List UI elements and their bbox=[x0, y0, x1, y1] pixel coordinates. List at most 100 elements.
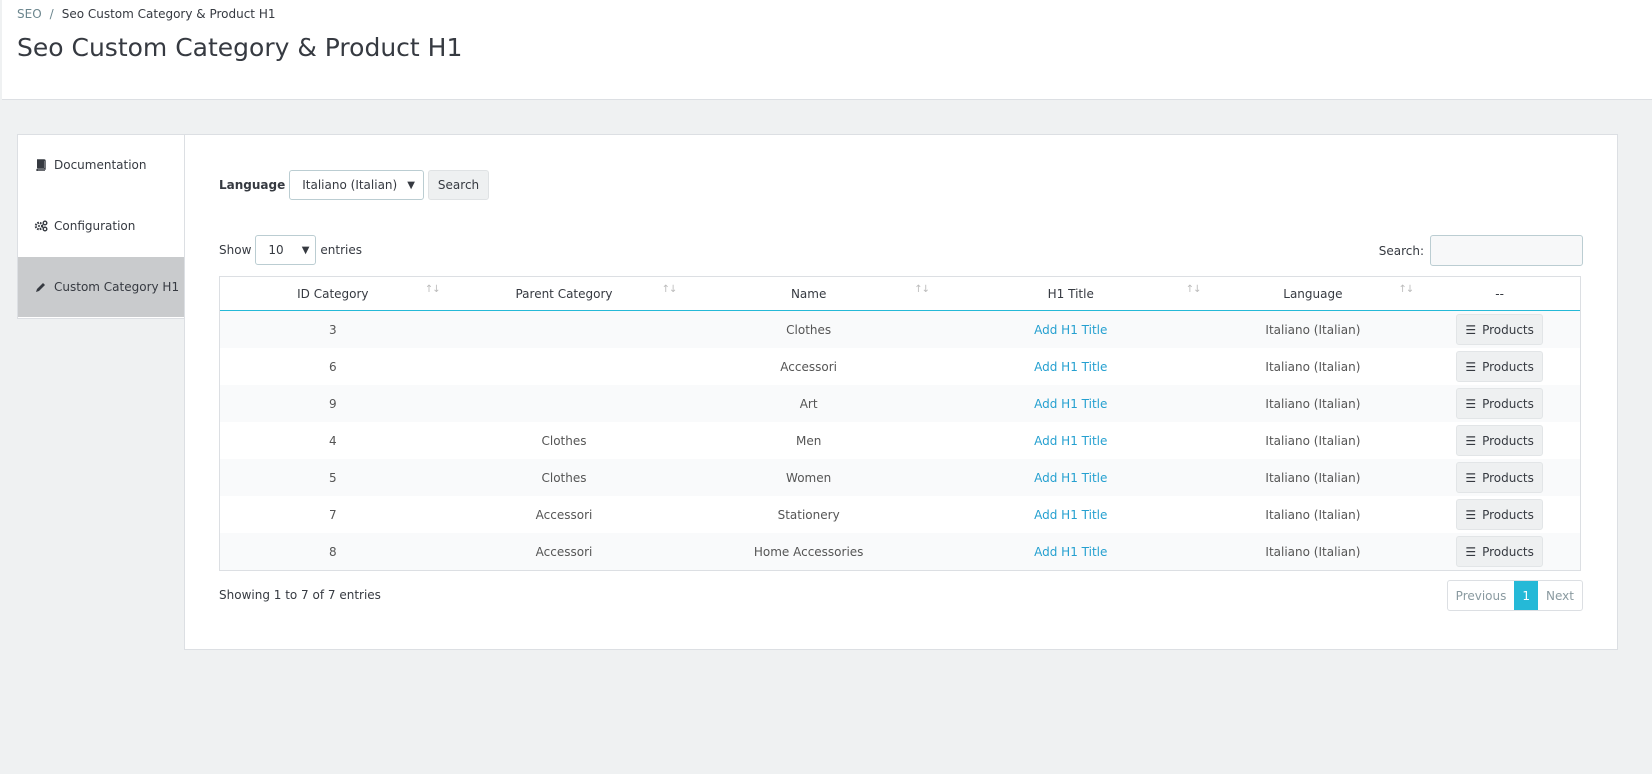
products-button-label: Products bbox=[1482, 433, 1534, 448]
entries-select-value: 10 bbox=[268, 243, 284, 257]
column-header-language[interactable]: Language ↑↓ bbox=[1207, 284, 1420, 301]
entries-suffix: entries bbox=[320, 243, 362, 257]
cell-id: 9 bbox=[329, 396, 337, 411]
sidebar-item-label: Documentation bbox=[54, 158, 147, 172]
cell-name: Clothes bbox=[786, 322, 832, 337]
table-row: 6 Accessori Add H1 Title Italiano (Itali… bbox=[220, 348, 1580, 385]
table-header: ID Category ↑↓ Parent Category ↑↓ Name ↑↓ H… bbox=[220, 277, 1580, 311]
list-icon: ☰ bbox=[1465, 359, 1477, 374]
products-button[interactable]: ☰ Products bbox=[1456, 536, 1543, 567]
sidebar-item-configuration[interactable]: Configuration bbox=[18, 196, 185, 257]
cell-parent: Clothes bbox=[541, 433, 587, 448]
products-button-label: Products bbox=[1482, 396, 1534, 411]
table-search-input[interactable] bbox=[1430, 235, 1583, 266]
sidebar-item-label: Configuration bbox=[54, 219, 136, 233]
breadcrumb: SEO / Seo Custom Category & Product H1 bbox=[17, 7, 275, 21]
cell-language: Italiano (Italian) bbox=[1265, 507, 1361, 522]
table-row: 3 Clothes Add H1 Title Italiano (Italian… bbox=[220, 311, 1580, 348]
add-h1-title-link[interactable]: Add H1 Title bbox=[1034, 471, 1107, 485]
column-header-id-category[interactable]: ID Category ↑↓ bbox=[220, 283, 446, 301]
page-header: SEO / Seo Custom Category & Product H1 Seo… bbox=[2, 0, 1652, 100]
products-button[interactable]: ☰ Products bbox=[1456, 499, 1543, 530]
pagination-previous[interactable]: Previous bbox=[1448, 581, 1515, 610]
column-header-label: Name bbox=[790, 286, 827, 301]
add-h1-title-link[interactable]: Add H1 Title bbox=[1034, 323, 1107, 337]
pagination: Previous 1 Next bbox=[1446, 580, 1583, 611]
pagination-next[interactable]: Next bbox=[1538, 581, 1582, 610]
cell-language: Italiano (Italian) bbox=[1265, 544, 1361, 559]
chevron-down-icon: ▼ bbox=[301, 244, 310, 256]
entries-select[interactable]: 10 ▼ bbox=[255, 235, 317, 265]
column-header-h1-title[interactable]: H1 Title ↑↓ bbox=[935, 283, 1207, 301]
list-icon: ☰ bbox=[1465, 470, 1477, 485]
products-button[interactable]: ☰ Products bbox=[1456, 462, 1543, 493]
table-row: 8 Accessori Home Accessories Add H1 Titl… bbox=[220, 533, 1580, 570]
list-icon: ☰ bbox=[1465, 433, 1477, 448]
table-row: 7 Accessori Stationery Add H1 Title Ital… bbox=[220, 496, 1580, 533]
sort-icon: ↑↓ bbox=[661, 283, 678, 295]
sort-icon: ↑↓ bbox=[914, 283, 930, 295]
search-button[interactable]: Search bbox=[427, 170, 490, 200]
page-title: Seo Custom Category & Product H1 bbox=[17, 33, 463, 62]
sort-icon: ↑↓ bbox=[424, 283, 441, 295]
products-button-label: Products bbox=[1482, 544, 1534, 559]
pencil-icon bbox=[34, 280, 48, 294]
add-h1-title-link[interactable]: Add H1 Title bbox=[1034, 545, 1107, 559]
content-panel: Language Italiano (Italian) ▼ Search Sho… bbox=[184, 134, 1618, 650]
pagination-page-1[interactable]: 1 bbox=[1514, 581, 1539, 610]
cell-language: Italiano (Italian) bbox=[1265, 433, 1361, 448]
products-button[interactable]: ☰ Products bbox=[1456, 425, 1543, 456]
cell-id: 3 bbox=[329, 322, 337, 337]
column-header-label: ID Category bbox=[297, 286, 369, 301]
entries-length: Show 10 ▼ entries bbox=[219, 235, 362, 265]
cell-parent: Clothes bbox=[541, 470, 587, 485]
category-table: ID Category ↑↓ Parent Category ↑↓ Name ↑↓ H… bbox=[219, 276, 1581, 571]
add-h1-title-link[interactable]: Add H1 Title bbox=[1034, 434, 1107, 448]
breadcrumb-separator: / bbox=[49, 7, 54, 21]
cell-language: Italiano (Italian) bbox=[1265, 470, 1361, 485]
column-header-label: Language bbox=[1283, 286, 1343, 301]
sidebar-item-documentation[interactable]: Documentation bbox=[18, 135, 185, 196]
cell-language: Italiano (Italian) bbox=[1265, 322, 1361, 337]
sidebar-item-custom-category-h1[interactable]: Custom Category H1 bbox=[18, 257, 185, 318]
products-button[interactable]: ☰ Products bbox=[1456, 351, 1543, 382]
list-icon: ☰ bbox=[1465, 396, 1477, 411]
add-h1-title-link[interactable]: Add H1 Title bbox=[1034, 397, 1107, 411]
cell-id: 7 bbox=[329, 507, 337, 522]
products-button-label: Products bbox=[1482, 359, 1534, 374]
add-h1-title-link[interactable]: Add H1 Title bbox=[1034, 508, 1107, 522]
cell-name: Women bbox=[786, 470, 832, 485]
list-icon: ☰ bbox=[1465, 322, 1477, 337]
table-search: Search: bbox=[1379, 235, 1583, 266]
chevron-down-icon: ▼ bbox=[407, 179, 415, 191]
add-h1-title-link[interactable]: Add H1 Title bbox=[1034, 360, 1107, 374]
sort-icon: ↑↓ bbox=[1185, 283, 1202, 295]
products-button[interactable]: ☰ Products bbox=[1456, 388, 1543, 419]
book-icon bbox=[34, 158, 48, 172]
column-header-label: H1 Title bbox=[1047, 286, 1094, 301]
cell-name: Men bbox=[795, 433, 822, 448]
cell-name: Art bbox=[799, 396, 818, 411]
sidebar-item-label: Custom Category H1 bbox=[54, 280, 180, 294]
products-button[interactable]: ☰ Products bbox=[1456, 314, 1543, 345]
language-select-value: Italiano (Italian) bbox=[302, 178, 398, 192]
cell-language: Italiano (Italian) bbox=[1265, 396, 1361, 411]
column-header-name[interactable]: Name ↑↓ bbox=[682, 283, 935, 301]
cell-id: 5 bbox=[329, 470, 337, 485]
table-info: Showing 1 to 7 of 7 entries bbox=[219, 588, 381, 602]
cell-name: Stationery bbox=[777, 507, 840, 522]
show-label: Show bbox=[219, 243, 252, 257]
column-header-actions: -- bbox=[1495, 286, 1504, 301]
products-button-label: Products bbox=[1482, 507, 1534, 522]
breadcrumb-current: Seo Custom Category & Product H1 bbox=[61, 7, 276, 21]
language-select[interactable]: Italiano (Italian) ▼ bbox=[289, 170, 424, 200]
cell-language: Italiano (Italian) bbox=[1265, 359, 1361, 374]
cell-id: 4 bbox=[329, 433, 337, 448]
cell-parent: Accessori bbox=[535, 544, 593, 559]
column-header-label: Parent Category bbox=[515, 286, 613, 301]
table-row: 5 Clothes Women Add H1 Title Italiano (I… bbox=[220, 459, 1580, 496]
breadcrumb-root[interactable]: SEO bbox=[17, 7, 42, 21]
table-row: 4 Clothes Men Add H1 Title Italiano (Ita… bbox=[220, 422, 1580, 459]
cell-name: Accessori bbox=[780, 359, 837, 374]
column-header-parent-category[interactable]: Parent Category ↑↓ bbox=[446, 283, 683, 301]
